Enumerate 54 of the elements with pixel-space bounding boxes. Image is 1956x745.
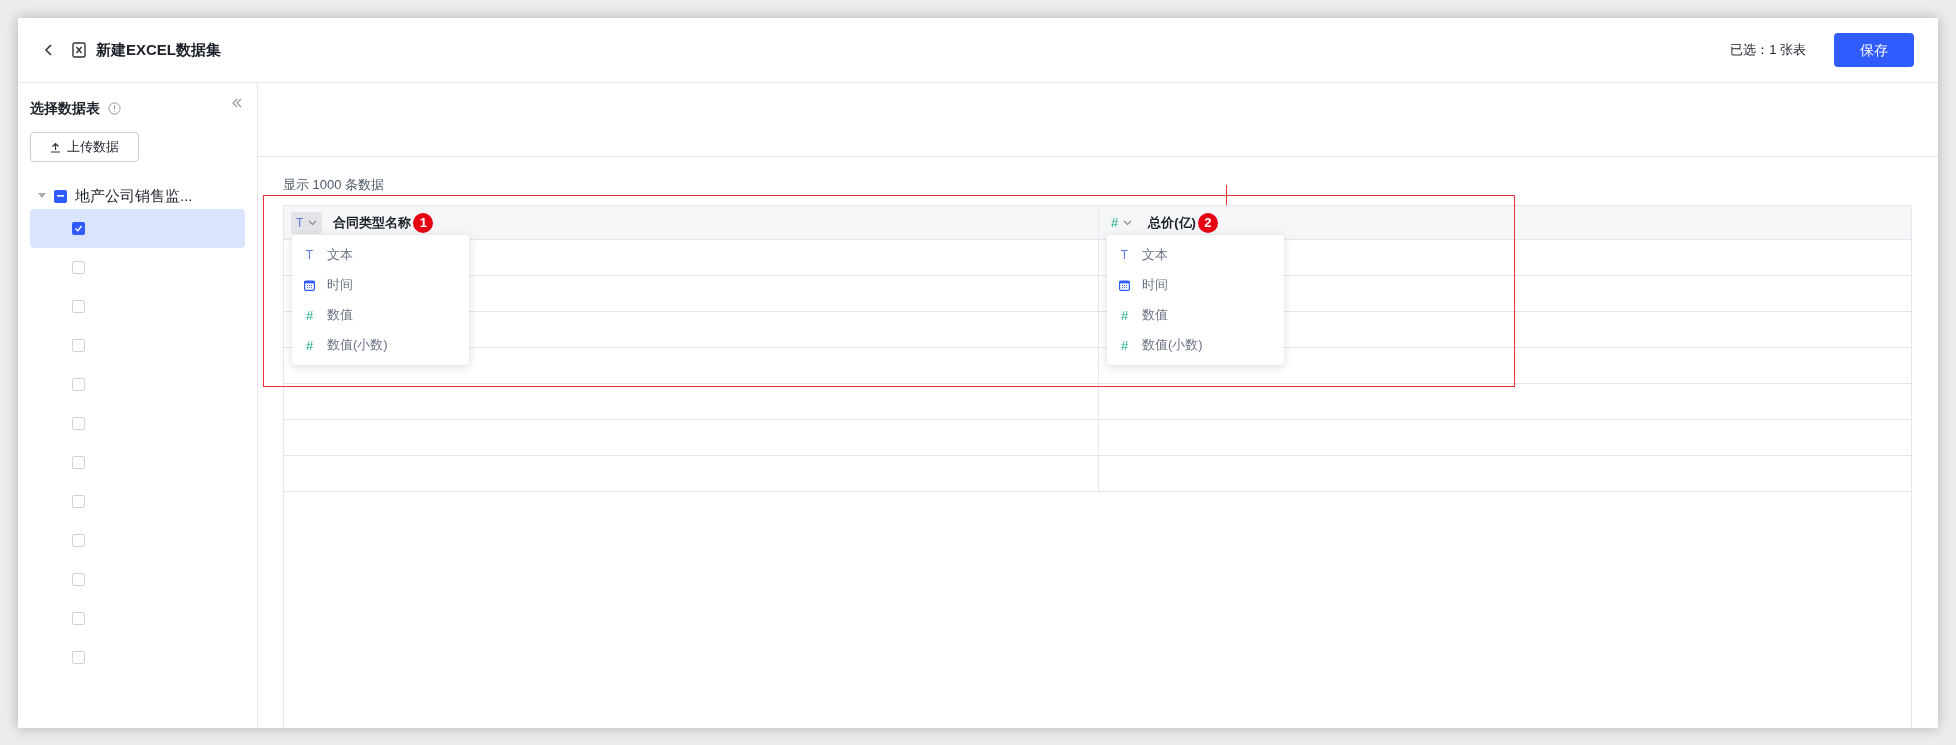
type-glyph: T [305,249,314,261]
type-menu-item[interactable]: # 数值(小数) [292,330,469,360]
sidebar-title: 选择数据表 [30,98,100,118]
checkbox[interactable] [72,222,85,235]
calendar-icon [1119,279,1130,291]
type-menu-item[interactable]: T 文本 [1107,240,1284,270]
excel-file-icon [72,42,86,58]
collapse-icon[interactable] [231,97,243,109]
upload-icon [50,141,61,153]
checkbox[interactable] [72,378,85,391]
type-menu-item[interactable]: 时间 [292,270,469,300]
column-header[interactable]: 总价(亿) [1148,212,1196,233]
type-glyph: T [296,216,304,229]
chevron-down-icon [308,219,318,226]
save-button[interactable]: 保存 [1834,33,1914,67]
checkbox[interactable] [72,300,85,313]
number-badge: 1 [413,212,434,233]
type-menu-item[interactable]: T 文本 [292,240,469,270]
row-count-label: 显示 1000 条数据 [283,177,386,193]
type-glyph: # [1111,216,1119,229]
type-glyph: # [1120,338,1129,352]
column-header[interactable]: 合同类型名称 [333,212,412,233]
checkbox[interactable] [72,495,85,508]
caret-icon[interactable] [38,193,46,199]
tree-item-label[interactable]: 地产公司销售监... [75,184,193,208]
checkbox[interactable] [72,339,85,352]
calendar-icon [304,279,315,291]
chevron-down-icon [1123,219,1133,226]
upload-button[interactable]: 上传数据 [30,132,139,162]
type-glyph: # [305,338,314,352]
checkbox[interactable] [72,261,85,274]
checkbox[interactable] [72,417,85,430]
type-menu-item[interactable]: # 数值 [1107,300,1284,330]
checkbox[interactable] [72,651,85,664]
minus-icon [57,195,64,197]
type-glyph: # [1120,308,1129,322]
type-menu-item[interactable]: 时间 [1107,270,1284,300]
checkbox[interactable] [72,573,85,586]
type-dropdown-button[interactable]: T [291,211,323,234]
type-glyph: T [1120,249,1129,261]
type-menu-item[interactable]: # 数值(小数) [1107,330,1284,360]
annotation-tick [1226,185,1227,205]
type-menu-item[interactable]: # 数值 [292,300,469,330]
checkbox[interactable] [54,189,67,203]
checkbox[interactable] [72,456,85,469]
type-glyph: # [305,308,314,322]
selection-summary: 已选：1 张表 [1730,41,1806,60]
type-dropdown-button[interactable]: # [1106,211,1138,234]
info-icon [108,101,121,115]
checkbox[interactable] [72,534,85,547]
number-badge: 2 [1197,212,1218,233]
check-icon [74,224,83,233]
checkbox[interactable] [72,612,85,625]
page-title: 新建EXCEL数据集 [96,39,221,60]
